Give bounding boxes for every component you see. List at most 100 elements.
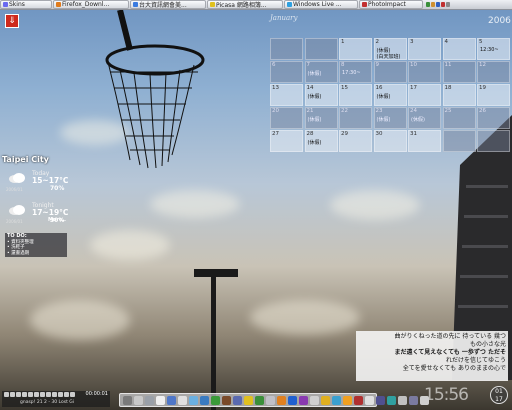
calendar-day-cell[interactable]: 27 bbox=[270, 130, 303, 152]
calendar-day-number: 31 bbox=[410, 131, 417, 137]
dock-app-icon[interactable] bbox=[409, 395, 418, 405]
calendar-day-cell[interactable]: 3 bbox=[408, 38, 441, 60]
calendar-day-cell[interactable] bbox=[304, 38, 338, 60]
calendar-day-cell[interactable]: 4 bbox=[442, 38, 476, 60]
calendar-day-cell[interactable]: 1 bbox=[339, 38, 372, 60]
dock-app-icon[interactable] bbox=[222, 395, 231, 405]
calendar-day-cell[interactable]: 11 bbox=[442, 61, 476, 83]
calendar-day-cell[interactable]: 8 17:30~ bbox=[339, 61, 372, 83]
taskbar-button[interactable]: Picasa 網路相簿... bbox=[207, 0, 283, 9]
tray-icon[interactable] bbox=[426, 2, 430, 7]
calendar-day-cell[interactable]: 26 bbox=[477, 107, 510, 129]
playlist-icon[interactable] bbox=[40, 392, 45, 397]
calendar-day-cell[interactable]: 5 12:30~ bbox=[477, 38, 510, 60]
calendar-day-cell[interactable]: 24 (休假) bbox=[408, 107, 441, 129]
dock-app-icon[interactable] bbox=[288, 395, 297, 405]
taskbar-button[interactable]: 台大資訊網會美... bbox=[130, 0, 206, 9]
media-time: 00:00:01 bbox=[85, 391, 108, 397]
todo-item[interactable]: • 還書過期 bbox=[7, 251, 65, 257]
dock-app-icon[interactable] bbox=[189, 395, 198, 405]
weather-today-rain: 70% bbox=[50, 185, 65, 192]
calendar-day-cell[interactable]: 7 (休假) bbox=[304, 61, 338, 83]
calendar-day-number: 1 bbox=[341, 39, 345, 45]
prev-icon[interactable] bbox=[4, 392, 9, 397]
taskbar-button[interactable]: PhotoImpact bbox=[359, 0, 423, 9]
system-tray bbox=[426, 2, 450, 7]
dock-app-icon[interactable] bbox=[244, 395, 253, 405]
dock-app-icon[interactable] bbox=[255, 395, 264, 405]
repeat-icon[interactable] bbox=[46, 392, 51, 397]
calendar-day-cell[interactable]: 19 bbox=[477, 84, 510, 106]
calendar-day-number: 8 bbox=[341, 62, 345, 68]
calendar-day-cell[interactable]: 2 (休假) (白天加班) bbox=[373, 38, 407, 60]
next-icon[interactable] bbox=[28, 392, 33, 397]
calendar-day-cell[interactable]: 23 (休假) bbox=[373, 107, 407, 129]
date-badge-month: 01 bbox=[495, 388, 503, 395]
calendar-day-cell[interactable]: 17 bbox=[408, 84, 441, 106]
shuffle-icon[interactable] bbox=[52, 392, 57, 397]
calendar-day-cell[interactable]: 31 bbox=[408, 130, 441, 152]
dock-app-icon[interactable] bbox=[266, 395, 275, 405]
calendar-day-cell[interactable]: 10 bbox=[408, 61, 441, 83]
dock-app-icon[interactable] bbox=[211, 395, 220, 405]
tray-icon[interactable] bbox=[436, 2, 440, 7]
dock-app-icon[interactable] bbox=[145, 395, 154, 405]
dock-app-icon[interactable] bbox=[233, 395, 242, 405]
taskbar-button[interactable]: Firefox_Downl... bbox=[53, 0, 129, 9]
calendar-day-cell[interactable]: 21 (休假) bbox=[304, 107, 338, 129]
dock-app-icon[interactable] bbox=[200, 395, 209, 405]
dock-app-icon[interactable] bbox=[398, 395, 407, 405]
calendar-day-cell[interactable]: 29 bbox=[339, 130, 372, 152]
calendar-day-cell[interactable]: 20 bbox=[270, 107, 303, 129]
dock-app-icon[interactable] bbox=[376, 395, 385, 405]
dock-app-icon[interactable] bbox=[310, 395, 319, 405]
calendar-day-number: 22 bbox=[341, 108, 348, 114]
calendar-day-cell[interactable]: 25 bbox=[442, 107, 476, 129]
dock-app-icon[interactable] bbox=[365, 395, 374, 405]
play-icon[interactable] bbox=[10, 392, 15, 397]
calendar-day-cell[interactable]: 30 bbox=[373, 130, 407, 152]
dock-app-icon[interactable] bbox=[354, 395, 363, 405]
calendar-day-cell[interactable]: 28 (休假) bbox=[304, 130, 338, 152]
volume-icon[interactable] bbox=[34, 392, 39, 397]
taskbar-button[interactable]: Windows Live ... bbox=[284, 0, 358, 9]
lyrics-line: まだ遠くて見えなくても 一歩ずつ ただそ bbox=[394, 349, 506, 356]
launcher-button[interactable]: ⇓ bbox=[5, 14, 19, 28]
eject-icon[interactable] bbox=[58, 392, 63, 397]
calendar-day-cell[interactable] bbox=[442, 130, 476, 152]
menu-icon[interactable] bbox=[64, 392, 69, 397]
dock-app-icon[interactable] bbox=[167, 395, 176, 405]
calendar-day-cell[interactable]: 12 bbox=[477, 61, 510, 83]
calendar-day-cell[interactable]: 14 (休假) bbox=[304, 84, 338, 106]
dock-app-icon[interactable] bbox=[123, 395, 132, 405]
weather-more-link[interactable]: More.. bbox=[48, 217, 66, 223]
calendar-day-cell[interactable]: 22 bbox=[339, 107, 372, 129]
dock-app-icon[interactable] bbox=[134, 395, 143, 405]
dock-app-icon[interactable] bbox=[178, 395, 187, 405]
calendar-day-cell[interactable]: 6 bbox=[270, 61, 303, 83]
calendar-day-number: 7 bbox=[306, 62, 311, 68]
tray-icon[interactable] bbox=[441, 2, 445, 7]
dock-app-icon[interactable] bbox=[343, 395, 352, 405]
calendar-day-cell[interactable] bbox=[477, 130, 510, 152]
calendar-day-cell[interactable]: 18 bbox=[442, 84, 476, 106]
calendar-day-cell[interactable]: 9 bbox=[373, 61, 407, 83]
taskbar-button[interactable]: Skins bbox=[0, 0, 52, 9]
media-track-title: gnasp! 21 2 - 30 Lost Gi bbox=[20, 400, 75, 405]
calendar-day-cell[interactable]: 15 bbox=[339, 84, 372, 106]
dock-app-icon[interactable] bbox=[420, 395, 429, 405]
calendar-day-cell[interactable]: 13 bbox=[270, 84, 303, 106]
stop-icon[interactable] bbox=[22, 392, 27, 397]
dock-app-icon[interactable] bbox=[387, 395, 396, 405]
pause-icon[interactable] bbox=[16, 392, 21, 397]
tray-icon[interactable] bbox=[431, 2, 435, 7]
tray-icon[interactable] bbox=[446, 2, 450, 7]
dock-app-icon[interactable] bbox=[156, 395, 165, 405]
calendar-day-cell[interactable]: 16 (休假) bbox=[373, 84, 407, 106]
dock-app-icon[interactable] bbox=[277, 395, 286, 405]
calendar-day-cell[interactable] bbox=[270, 38, 303, 60]
dock-app-icon[interactable] bbox=[299, 395, 308, 405]
dock-app-icon[interactable] bbox=[332, 395, 341, 405]
close-icon[interactable] bbox=[70, 392, 75, 397]
dock-app-icon[interactable] bbox=[321, 395, 330, 405]
